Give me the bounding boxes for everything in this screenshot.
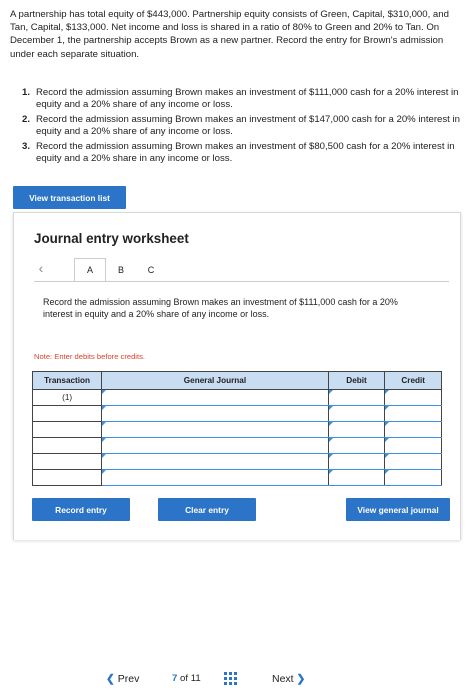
table-row bbox=[31, 421, 442, 438]
step-number: 1. bbox=[22, 87, 31, 98]
step-number: 3. bbox=[22, 140, 31, 152]
credit-input[interactable] bbox=[384, 421, 442, 438]
of-label: of bbox=[180, 673, 189, 684]
step-item: 2. Record the admission assuming Brown m… bbox=[22, 114, 462, 139]
tab-c[interactable]: C bbox=[138, 258, 164, 282]
general-journal-input[interactable] bbox=[101, 389, 329, 406]
total-pages: 11 bbox=[190, 673, 201, 684]
table-row bbox=[31, 469, 442, 486]
debit-input[interactable] bbox=[327, 437, 386, 454]
debit-input[interactable] bbox=[327, 405, 386, 422]
step-number: 2. bbox=[22, 113, 31, 125]
transaction-cell: (1) bbox=[31, 389, 103, 406]
journal-entry-worksheet: Journal entry worksheet ‹ A B C Record t… bbox=[13, 212, 461, 540]
transaction-cell bbox=[31, 453, 103, 470]
column-header-general-journal: General Journal bbox=[101, 371, 329, 390]
general-journal-input[interactable] bbox=[101, 405, 329, 422]
step-text: Record the admission assuming Brown make… bbox=[36, 113, 460, 138]
note-text: Note: Enter debits before credits. bbox=[34, 352, 146, 361]
pagination: ❮ Prev 7 of 11 Next ❯ bbox=[0, 660, 474, 700]
worksheet-title: Journal entry worksheet bbox=[34, 231, 189, 246]
general-journal-input[interactable] bbox=[101, 421, 329, 438]
debit-input[interactable] bbox=[327, 421, 386, 438]
view-general-journal-button[interactable]: View general journal bbox=[346, 498, 450, 521]
current-page: 7 bbox=[172, 673, 178, 684]
column-header-credit: Credit bbox=[384, 371, 442, 390]
next-button[interactable]: Next ❯ bbox=[272, 673, 305, 685]
prev-button[interactable]: ❮ Prev bbox=[106, 673, 139, 685]
worksheet-instruction: Record the admission assuming Brown make… bbox=[43, 297, 398, 320]
table-row bbox=[31, 405, 442, 422]
tab-b[interactable]: B bbox=[108, 258, 134, 282]
chevron-left-icon: ❮ bbox=[106, 673, 115, 685]
page-indicator: 7 of 11 bbox=[172, 673, 201, 684]
column-header-transaction: Transaction bbox=[31, 371, 103, 390]
journal-table: Transaction General Journal Debit Credit… bbox=[31, 371, 442, 486]
table-row bbox=[31, 453, 442, 470]
tab-divider bbox=[34, 281, 449, 282]
chevron-right-icon: ❯ bbox=[296, 673, 306, 685]
step-text: Record the admission assuming Brown make… bbox=[36, 87, 459, 111]
chevron-left-icon[interactable]: ‹ bbox=[34, 260, 48, 276]
next-label: Next bbox=[272, 673, 294, 685]
worksheet-tabs: ‹ A B C bbox=[34, 258, 454, 282]
debit-input[interactable] bbox=[327, 469, 386, 486]
credit-input[interactable] bbox=[384, 437, 442, 454]
credit-input[interactable] bbox=[384, 469, 442, 486]
record-entry-button[interactable]: Record entry bbox=[32, 498, 130, 521]
transaction-cell bbox=[31, 437, 103, 454]
credit-input[interactable] bbox=[384, 453, 442, 470]
table-row bbox=[31, 437, 442, 454]
general-journal-input[interactable] bbox=[101, 437, 329, 454]
tab-a[interactable]: A bbox=[74, 258, 106, 282]
credit-input[interactable] bbox=[384, 389, 442, 406]
view-transaction-list-button[interactable]: View transaction list bbox=[13, 186, 126, 209]
debit-input[interactable] bbox=[327, 389, 386, 406]
grid-menu-icon[interactable] bbox=[224, 672, 237, 685]
transaction-cell bbox=[31, 469, 103, 486]
clear-entry-button[interactable]: Clear entry bbox=[158, 498, 256, 521]
step-item: 1. Record the admission assuming Brown m… bbox=[22, 87, 462, 112]
general-journal-input[interactable] bbox=[101, 469, 329, 486]
table-row: (1) bbox=[31, 389, 442, 406]
debit-input[interactable] bbox=[327, 453, 386, 470]
general-journal-input[interactable] bbox=[101, 453, 329, 470]
credit-input[interactable] bbox=[384, 405, 442, 422]
steps-list: 1. Record the admission assuming Brown m… bbox=[22, 87, 462, 167]
transaction-cell bbox=[31, 405, 103, 422]
prev-label: Prev bbox=[117, 673, 140, 685]
problem-text: A partnership has total equity of $443,0… bbox=[10, 9, 449, 60]
step-text: Record the admission assuming Brown make… bbox=[36, 140, 455, 165]
column-header-debit: Debit bbox=[327, 371, 386, 390]
step-item: 3. Record the admission assuming Brown m… bbox=[22, 141, 462, 166]
transaction-cell bbox=[31, 421, 103, 438]
